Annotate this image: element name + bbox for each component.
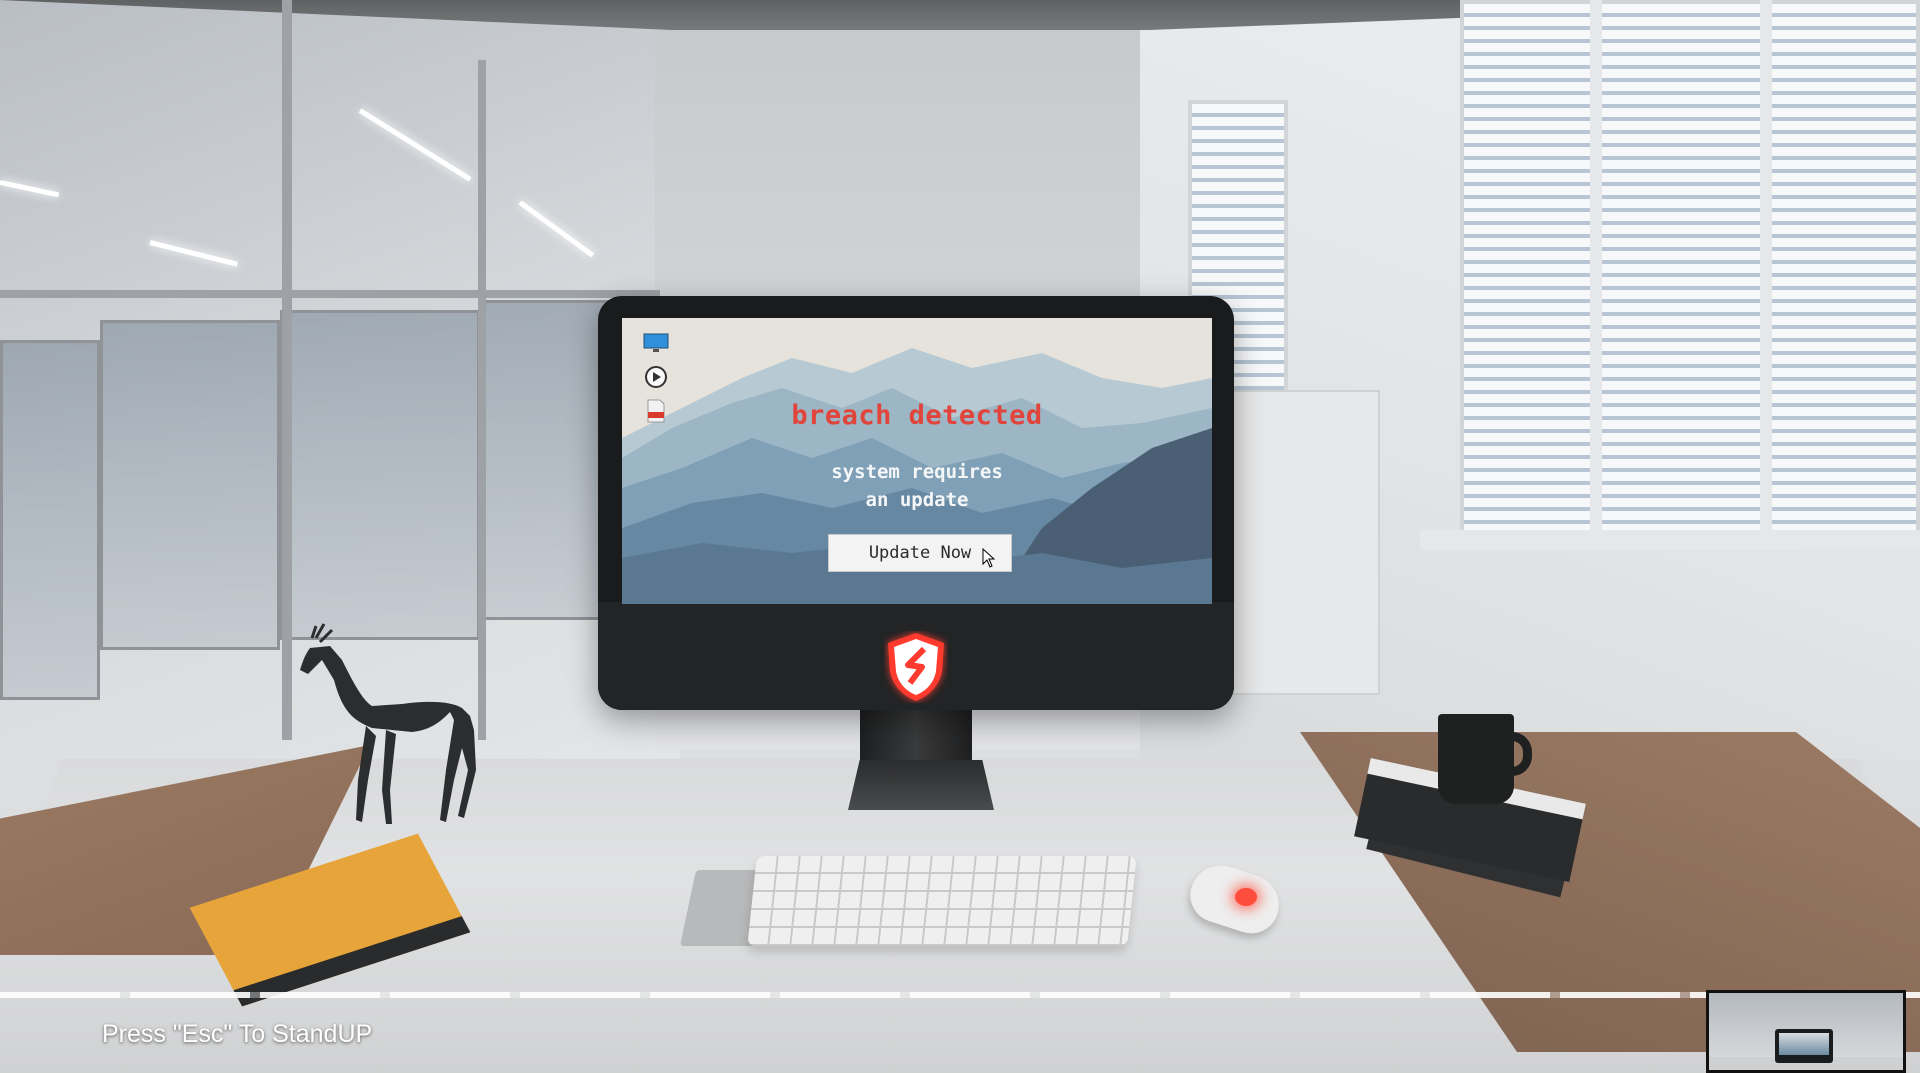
whiteboard xyxy=(1225,390,1380,695)
glass-partition xyxy=(280,310,480,640)
system-message-line2: an update xyxy=(865,489,969,511)
breach-title: breach detected xyxy=(791,400,1043,431)
window-blinds xyxy=(1460,0,1920,540)
monitor-screen[interactable]: breach detected system requires an updat… xyxy=(622,318,1212,604)
system-message: system requires an update xyxy=(622,458,1212,514)
minimap-monitor xyxy=(1775,1029,1833,1063)
hud-divider xyxy=(0,992,1920,998)
glass-frame xyxy=(0,290,660,298)
minimap-screen xyxy=(1779,1033,1829,1055)
shield-logo-icon xyxy=(888,633,944,701)
mouse-logo-glow xyxy=(1235,888,1257,906)
glass-partition xyxy=(0,340,100,700)
window-sill xyxy=(1420,530,1920,550)
deer-statue xyxy=(300,623,476,824)
monitor-icon[interactable] xyxy=(642,332,670,354)
glass-partition xyxy=(100,320,280,650)
stand-up-hint: Press "Esc" To StandUP xyxy=(102,1020,373,1048)
minimap xyxy=(1706,990,1906,1073)
window-frame xyxy=(1590,0,1602,540)
computer-monitor[interactable]: breach detected system requires an updat… xyxy=(598,296,1234,710)
play-icon[interactable] xyxy=(642,366,670,388)
mouse-cursor-icon xyxy=(982,548,996,568)
monitor-stand xyxy=(860,706,972,764)
window-frame xyxy=(1760,0,1772,540)
monitor-stand-base xyxy=(848,760,994,810)
glass-partition xyxy=(480,300,610,620)
system-message-line1: system requires xyxy=(831,461,1003,483)
keyboard[interactable] xyxy=(747,856,1137,946)
game-scene: breach detected system requires an updat… xyxy=(0,0,1920,1073)
